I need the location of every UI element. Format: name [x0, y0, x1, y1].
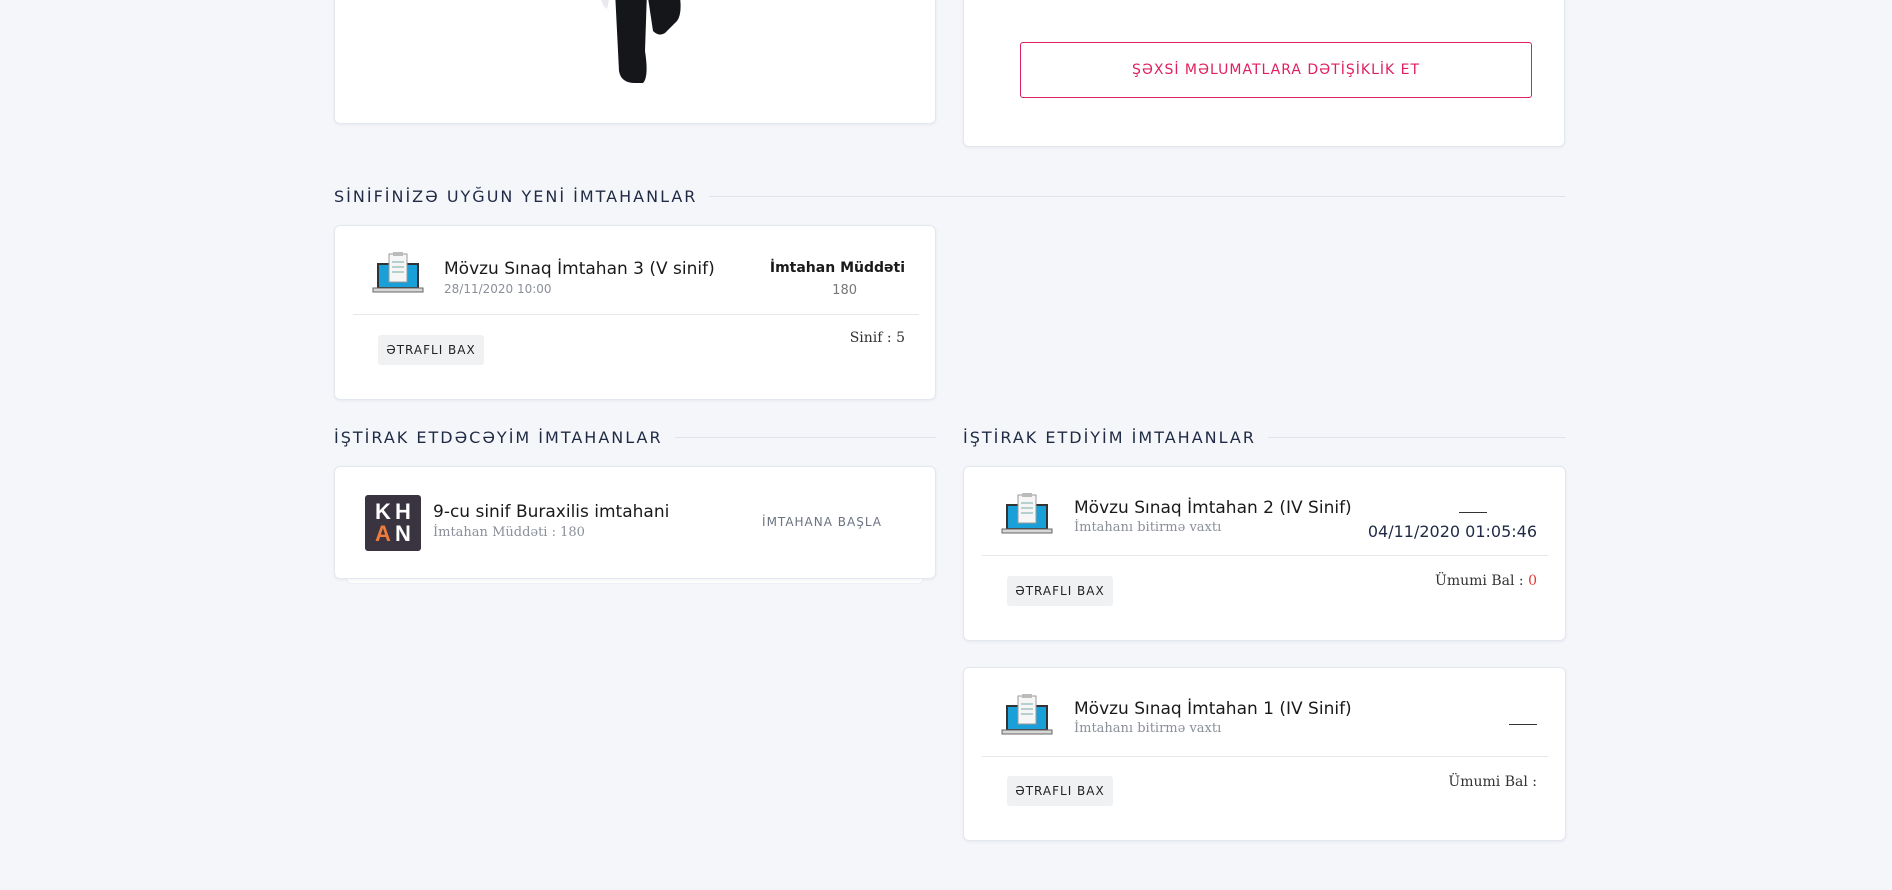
exam-title: Mövzu Sınaq İmtahan 1 (IV Sinif) — [1074, 699, 1352, 719]
section-divider-line — [709, 195, 1566, 197]
logo-letter-h: H — [395, 499, 411, 524]
card-divider — [982, 555, 1548, 556]
section-divider-line — [1267, 436, 1566, 438]
edit-personal-info-button[interactable]: ŞƏXSİ MƏLUMATLARA DƏTİŞİKLİK ET — [1020, 42, 1532, 98]
attended-section-title: İŞTİRAK ETDİYİM İMTAHANLAR — [963, 427, 1566, 447]
logo-letter-a: A — [375, 521, 391, 546]
edit-personal-info-label: ŞƏXSİ MƏLUMATLARA DƏTİŞİKLİK ET — [1131, 62, 1421, 78]
will-attend-heading: İŞTİRAK ETDƏCƏYİM İMTAHANLAR — [334, 427, 663, 447]
dash-line — [1459, 512, 1487, 513]
details-button-label: ƏTRAFLI BAX — [386, 343, 476, 357]
logo-letter-n: N — [395, 521, 411, 546]
duration-label: İmtahan Müddəti — [769, 260, 905, 276]
details-button-label: ƏTRAFLI BAX — [1015, 584, 1105, 598]
exam-end-time: 04/11/2020 01:05:46 — [1367, 522, 1537, 541]
upcoming-exam-card: K H A N 9-cu sinif Buraxilis imtahani İm… — [334, 466, 936, 579]
exam-subtitle: İmtahanı bitirmə vaxtı — [1074, 520, 1222, 535]
logo-letter-k: K — [375, 499, 391, 524]
class-text: Sinif : 5 — [849, 330, 905, 346]
upcoming-exam-duration: İmtahan Müddəti : 180 — [433, 525, 585, 540]
attended-exam-card: Mövzu Sınaq İmtahan 2 (IV Sinif) İmtahan… — [963, 466, 1566, 641]
score-value: 0 — [1528, 573, 1537, 589]
score-label: Ümumi Bal : — [1435, 573, 1524, 589]
exam-laptop-icon — [372, 252, 424, 293]
total-score: Ümumi Bal : 0 — [1435, 573, 1537, 589]
exam-laptop-icon — [1001, 493, 1053, 534]
will-attend-section-title: İŞTİRAK ETDƏCƏYİM İMTAHANLAR — [334, 427, 936, 447]
attended-exam-details-button[interactable]: ƏTRAFLI BAX — [1007, 776, 1113, 806]
exam-date: 28/11/2020 10:00 — [444, 282, 552, 296]
new-exams-section-title: SİNİFİNİZƏ UYĞUN YENİ İMTAHANLAR — [334, 186, 1566, 206]
score-label: Ümumi Bal : — [1448, 774, 1537, 790]
exam-laptop-icon — [1001, 694, 1053, 735]
new-exam-card: Mövzu Sınaq İmtahan 3 (V sinif) 28/11/20… — [334, 225, 936, 400]
section-divider-line — [674, 436, 936, 438]
khan-logo: K H A N — [365, 495, 421, 551]
attended-exam-details-button[interactable]: ƏTRAFLI BAX — [1007, 576, 1113, 606]
duration-value: 180 — [832, 283, 857, 298]
attended-exam-card: Mövzu Sınaq İmtahan 1 (IV Sinif) İmtahan… — [963, 667, 1566, 841]
dash-line — [1509, 724, 1537, 725]
card-divider — [353, 314, 919, 315]
exam-title: Mövzu Sınaq İmtahan 3 (V sinif) — [444, 259, 715, 279]
profile-photo-card — [334, 0, 936, 124]
total-score: Ümumi Bal : — [1448, 774, 1537, 790]
upcoming-exam-title: 9-cu sinif Buraxilis imtahani — [433, 502, 670, 522]
start-exam-button[interactable]: İMTAHANA BAŞLA — [762, 515, 882, 529]
profile-info-card: ŞƏXSİ MƏLUMATLARA DƏTİŞİKLİK ET — [963, 0, 1565, 147]
profile-photo — [601, 0, 681, 83]
new-exams-heading: SİNİFİNİZƏ UYĞUN YENİ İMTAHANLAR — [334, 186, 698, 206]
details-button-label: ƏTRAFLI BAX — [1015, 784, 1105, 798]
attended-heading: İŞTİRAK ETDİYİM İMTAHANLAR — [963, 427, 1256, 447]
exam-subtitle: İmtahanı bitirmə vaxtı — [1074, 721, 1222, 736]
new-exam-details-button[interactable]: ƏTRAFLI BAX — [378, 335, 484, 365]
exam-title: Mövzu Sınaq İmtahan 2 (IV Sinif) — [1074, 498, 1352, 518]
card-divider — [982, 756, 1548, 757]
